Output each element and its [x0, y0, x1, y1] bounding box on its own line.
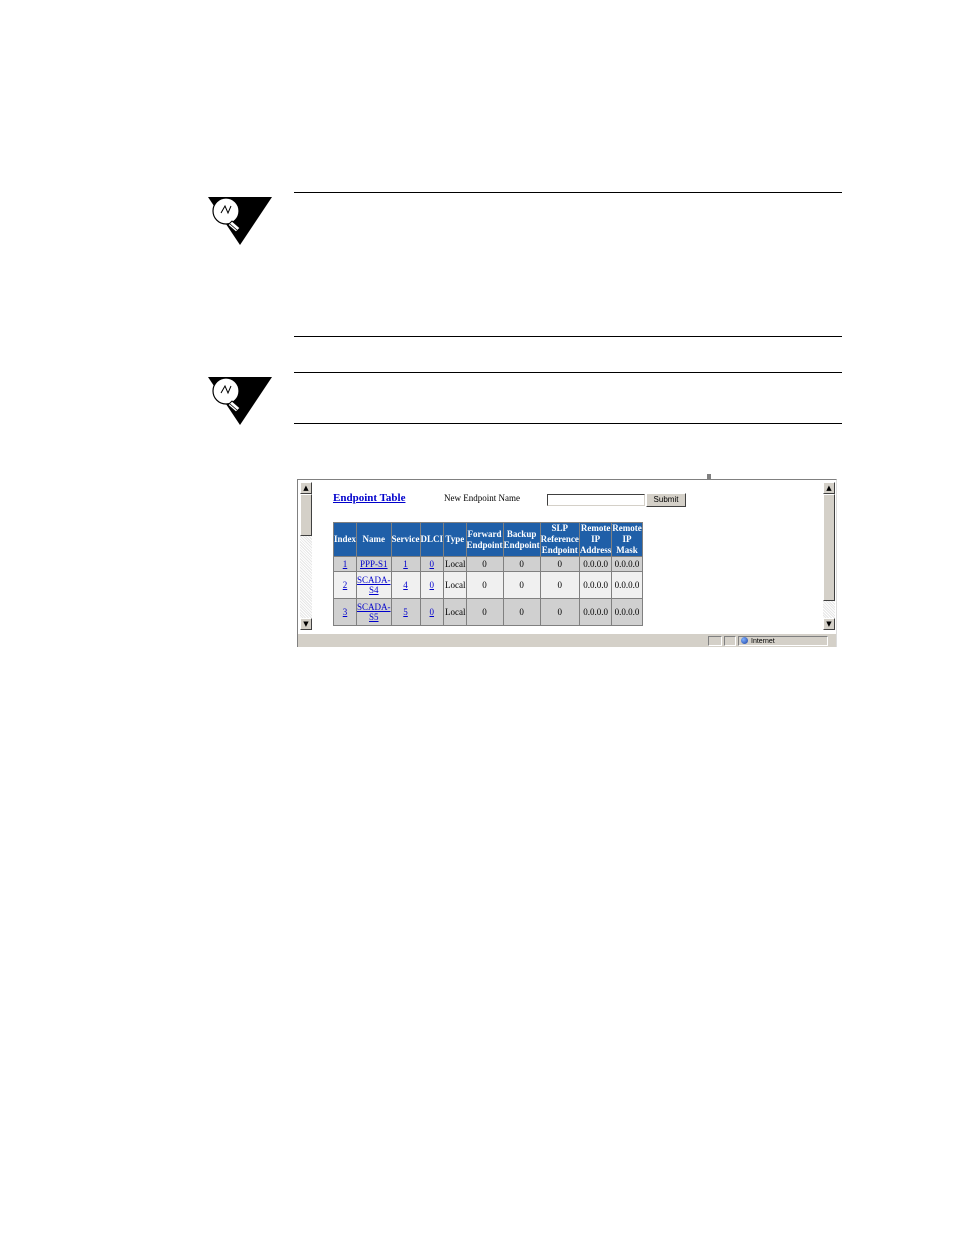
service-link[interactable]: 4 [403, 580, 408, 590]
note-rule [294, 423, 842, 424]
note-rule [294, 336, 842, 337]
header-backup-endpoint: Backup Endpoint [502, 522, 541, 557]
submit-button[interactable]: Submit [646, 493, 686, 507]
header-remote-ip-address: Remote IP Address [578, 522, 613, 557]
dlci-link[interactable]: 0 [430, 607, 435, 617]
right-scrollbar[interactable]: ▲ ▼ [823, 482, 835, 630]
cell-slp-reference: 0 [539, 598, 580, 626]
cell-forward-endpoint: 0 [465, 598, 504, 626]
zone-label: Internet [751, 638, 775, 645]
header-type: Type [443, 522, 467, 557]
note-lightbulb-icon [206, 193, 274, 249]
cell-index: 3 [332, 598, 358, 626]
scroll-down-arrow-icon[interactable]: ▼ [300, 618, 312, 630]
cell-service: 4 [390, 571, 421, 599]
status-pane [708, 636, 722, 646]
cell-remote-mask: 0.0.0.0 [611, 556, 643, 572]
globe-icon [741, 637, 748, 644]
note-rule [294, 372, 842, 373]
scroll-thumb[interactable] [300, 494, 312, 536]
cell-slp-reference: 0 [539, 556, 580, 572]
cell-remote-ip: 0.0.0.0 [578, 598, 613, 626]
scroll-up-arrow-icon[interactable]: ▲ [300, 482, 312, 494]
cell-type: Local [443, 571, 467, 599]
cell-dlci: 0 [419, 571, 445, 599]
name-link[interactable]: SCADA- S5 [357, 602, 391, 622]
header-index: Index [332, 522, 358, 557]
endpoint-table-link[interactable]: Endpoint Table [333, 492, 405, 504]
cell-backup-endpoint: 0 [502, 571, 541, 599]
header-service: Service [390, 522, 421, 557]
service-link[interactable]: 5 [403, 607, 408, 617]
index-link[interactable]: 3 [343, 607, 348, 617]
endpoint-table: Index Name Service DLCI Type Forward Endp… [332, 522, 643, 626]
cell-index: 1 [332, 556, 358, 572]
table-row: 1 PPP-S1 1 0 Local 0 0 0 0.0.0.0 0.0.0.0 [332, 556, 643, 572]
dlci-link[interactable]: 0 [430, 580, 435, 590]
table-row: 3 SCADA- S5 5 0 Local 0 0 0 0.0.0.0 0.0.0… [332, 598, 643, 626]
cell-name: SCADA- S5 [356, 598, 392, 626]
note-lightbulb-icon [206, 373, 274, 429]
new-endpoint-label: New Endpoint Name [444, 493, 520, 503]
cell-backup-endpoint: 0 [502, 556, 541, 572]
security-zone-indicator: Internet [738, 636, 828, 646]
dlci-link[interactable]: 0 [430, 559, 435, 569]
scroll-thumb[interactable] [823, 494, 835, 601]
name-link[interactable]: SCADA- S4 [357, 575, 391, 595]
service-link[interactable]: 1 [403, 559, 408, 569]
header-remote-ip-mask: Remote IP Mask [611, 522, 643, 557]
cell-forward-endpoint: 0 [465, 556, 504, 572]
header-dlci: DLCI [419, 522, 445, 557]
status-bar: Internet [298, 633, 836, 647]
header-slp-reference-endpoint: SLP Reference Endpoint [539, 522, 580, 557]
header-name: Name [356, 522, 392, 557]
cell-type: Local [443, 598, 467, 626]
cell-remote-ip: 0.0.0.0 [578, 571, 613, 599]
table-header-row: Index Name Service DLCI Type Forward Endp… [332, 522, 643, 557]
cell-remote-mask: 0.0.0.0 [611, 571, 643, 599]
table-row: 2 SCADA- S4 4 0 Local 0 0 0 0.0.0.0 0.0.0… [332, 571, 643, 599]
cell-dlci: 0 [419, 598, 445, 626]
status-pane [724, 636, 736, 646]
header-forward-endpoint: Forward Endpoint [465, 522, 504, 557]
cell-slp-reference: 0 [539, 571, 580, 599]
cell-dlci: 0 [419, 556, 445, 572]
name-link[interactable]: PPP-S1 [360, 559, 388, 569]
cell-service: 5 [390, 598, 421, 626]
left-scrollbar[interactable]: ▲ ▼ [300, 482, 312, 630]
cell-name: SCADA- S4 [356, 571, 392, 599]
new-endpoint-name-input[interactable] [547, 494, 645, 506]
cell-remote-ip: 0.0.0.0 [578, 556, 613, 572]
cell-name: PPP-S1 [356, 556, 392, 572]
cell-service: 1 [390, 556, 421, 572]
cell-backup-endpoint: 0 [502, 598, 541, 626]
scroll-down-arrow-icon[interactable]: ▼ [823, 618, 835, 630]
cell-index: 2 [332, 571, 358, 599]
cell-forward-endpoint: 0 [465, 571, 504, 599]
note-rule [294, 192, 842, 193]
scroll-up-arrow-icon[interactable]: ▲ [823, 482, 835, 494]
browser-window: ▲ ▼ ▲ ▼ Endpoint Table New Endpoint Name… [297, 479, 837, 647]
index-link[interactable]: 2 [343, 580, 348, 590]
cell-remote-mask: 0.0.0.0 [611, 598, 643, 626]
cell-type: Local [443, 556, 467, 572]
index-link[interactable]: 1 [343, 559, 348, 569]
